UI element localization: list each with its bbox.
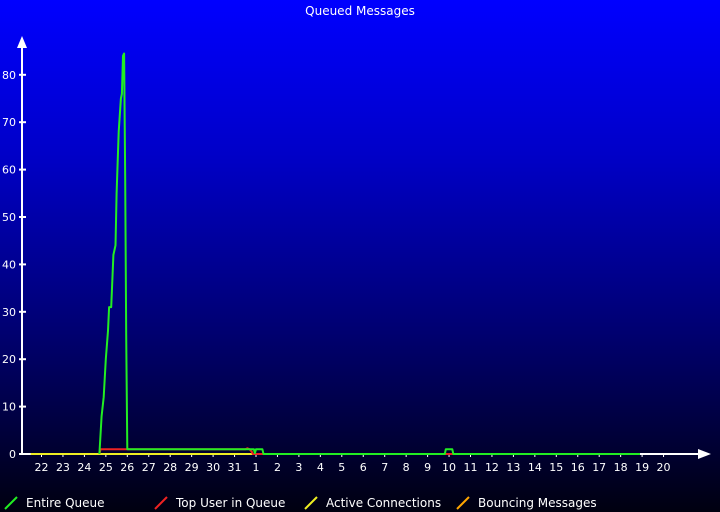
x-tick-label: 5 [338,461,345,474]
x-tick-label: 29 [185,461,199,474]
legend-label: Active Connections [326,496,442,510]
x-axis-ticks: 22 23 24 25 26 27 28 29 30 31 1 2 3 4 5 6 7 8 9 10 11 12 13 14 1… [35,454,671,474]
chart-title: Queued Messages [305,4,415,18]
x-tick-label: 24 [77,461,91,474]
y-tick-label: 70 [2,116,16,129]
legend-swatch [4,496,18,510]
x-tick-label: 1 [253,461,260,474]
y-axis-arrow [17,36,27,48]
x-tick-label: 31 [228,461,242,474]
legend-swatch [456,496,470,510]
legend-item: Bouncing Messages [456,496,597,510]
x-tick-label: 20 [657,461,671,474]
x-tick-label: 8 [403,461,410,474]
x-tick-label: 27 [142,461,156,474]
y-tick-label: 40 [2,258,16,271]
legend-swatch [154,496,168,510]
y-tick-label: 30 [2,306,16,319]
legend-item: Entire Queue [4,496,105,510]
x-tick-label: 10 [442,461,456,474]
x-tick-label: 4 [317,461,324,474]
series-line-entire-queue [98,52,640,455]
y-tick-label: 20 [2,353,16,366]
x-tick-label: 14 [528,461,542,474]
y-tick-label: 50 [2,211,16,224]
x-tick-label: 30 [206,461,220,474]
x-tick-label: 12 [485,461,499,474]
x-tick-label: 26 [120,461,134,474]
x-tick-label: 3 [295,461,302,474]
x-tick-label: 17 [592,461,606,474]
x-tick-label: 6 [360,461,367,474]
chart: Queued Messages 01020304050607080 22 23 24… [2,4,711,474]
x-tick-label: 19 [635,461,649,474]
legend-label: Top User in Queue [176,496,286,510]
x-tick-label: 25 [99,461,113,474]
x-tick-label: 2 [274,461,281,474]
x-tick-label: 23 [56,461,70,474]
legend-swatch [304,496,318,510]
x-axis-arrow [698,449,711,459]
y-tick-label: 60 [2,164,16,177]
x-tick-label: 7 [381,461,388,474]
x-tick-label: 28 [163,461,177,474]
x-tick-label: 9 [424,461,431,474]
series-group [30,52,640,455]
x-tick-label: 15 [549,461,563,474]
y-tick-label: 10 [2,401,16,414]
legend-item: Top User in Queue [154,496,285,510]
x-tick-label: 22 [35,461,49,474]
x-tick-label: 16 [571,461,585,474]
y-tick-label: 80 [2,69,16,82]
legend-item: Active Connections [304,496,441,510]
x-tick-label: 18 [614,461,628,474]
legend: Entire Queue Top User in Queue Active Conn… [0,494,720,512]
legend-label: Bouncing Messages [478,496,597,510]
y-tick-label: 0 [9,448,16,461]
legend-label: Entire Queue [26,496,105,510]
x-tick-label: 11 [464,461,478,474]
x-tick-label: 13 [506,461,520,474]
